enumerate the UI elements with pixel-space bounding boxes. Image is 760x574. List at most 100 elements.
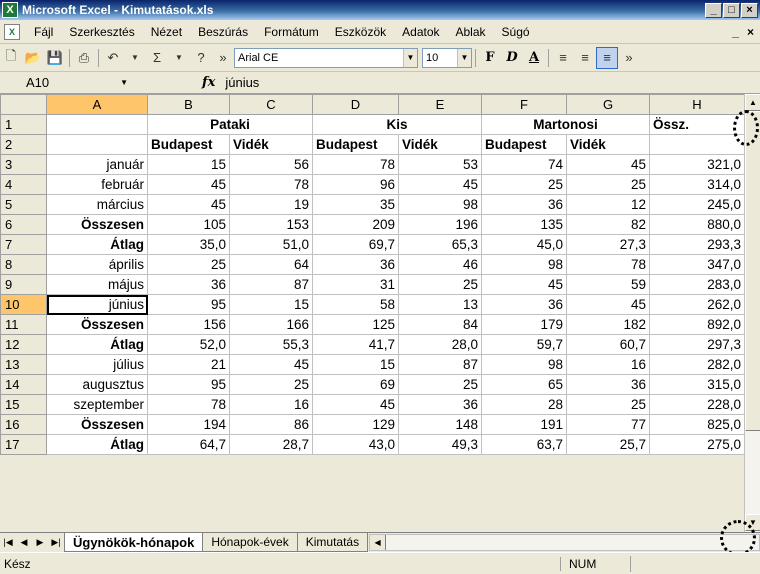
row-label-cell[interactable]: szeptember (46, 394, 148, 415)
column-header[interactable]: E (398, 94, 482, 115)
row-header[interactable]: 8 (0, 254, 47, 275)
cell[interactable]: 12 (566, 194, 650, 215)
cell[interactable]: 191 (481, 414, 567, 435)
overflow-chevron-icon[interactable]: » (618, 47, 640, 69)
column-header[interactable]: G (566, 94, 650, 115)
cell[interactable]: 28,0 (398, 334, 482, 355)
bold-button[interactable]: F (479, 50, 501, 65)
autosum-icon[interactable]: Σ (146, 47, 168, 69)
cell[interactable]: 65,3 (398, 234, 482, 255)
row-label-cell[interactable]: május (46, 274, 148, 295)
menu-insert[interactable]: Beszúrás (190, 25, 256, 39)
row-label-cell[interactable]: július (46, 354, 148, 375)
row-label-cell[interactable]: április (46, 254, 148, 275)
cell[interactable]: 25 (229, 374, 313, 395)
active-cell[interactable]: június (46, 294, 148, 315)
row-header[interactable]: 2 (0, 134, 47, 155)
italic-button[interactable]: D (501, 50, 523, 65)
cell[interactable]: 59,7 (481, 334, 567, 355)
cell[interactable]: 49,3 (398, 434, 482, 455)
cell[interactable]: 283,0 (649, 274, 745, 295)
cell[interactable]: 321,0 (649, 154, 745, 175)
cell[interactable]: 35,0 (147, 234, 230, 255)
cell[interactable]: 41,7 (312, 334, 399, 355)
row-label-cell[interactable]: Összesen (46, 414, 148, 435)
sheet-tab-kimutatas[interactable]: Kimutatás (296, 533, 369, 552)
name-box[interactable]: A10 ▼ (4, 73, 132, 92)
menu-format[interactable]: Formátum (256, 25, 327, 39)
underline-button[interactable]: A (523, 50, 545, 65)
cell[interactable]: 35 (312, 194, 399, 215)
menu-data[interactable]: Adatok (394, 25, 447, 39)
minimize-button[interactable]: _ (705, 2, 722, 18)
cell[interactable]: 36 (147, 274, 230, 295)
cell[interactable]: 36 (481, 194, 567, 215)
cell[interactable]: 53 (398, 154, 482, 175)
cell[interactable]: 293,3 (649, 234, 745, 255)
row-header[interactable]: 10 (0, 294, 47, 315)
cell[interactable]: 262,0 (649, 294, 745, 315)
column-header[interactable]: A (46, 94, 148, 115)
font-name-select[interactable]: Arial CE ▼ (234, 47, 418, 68)
cell[interactable]: 45 (229, 354, 313, 375)
cell[interactable]: 59 (566, 274, 650, 295)
group-header-martonosi[interactable]: Martonosi (481, 114, 650, 135)
sheet-tab-ugynokok-honapok[interactable]: Ügynökök-hónapok (64, 533, 204, 552)
cell[interactable] (46, 114, 148, 135)
cell[interactable]: 275,0 (649, 434, 745, 455)
cell[interactable]: 125 (312, 314, 399, 335)
cell[interactable]: 179 (481, 314, 567, 335)
column-header[interactable]: F (481, 94, 567, 115)
maximize-button[interactable]: □ (723, 2, 740, 18)
cell[interactable]: 36 (481, 294, 567, 315)
cell[interactable]: 25 (481, 174, 567, 195)
cell[interactable]: 45 (481, 274, 567, 295)
dropdown-arrow-icon[interactable]: ▼ (124, 47, 146, 69)
save-icon[interactable]: 💾 (44, 47, 66, 69)
cell[interactable]: 84 (398, 314, 482, 335)
cell[interactable]: 148 (398, 414, 482, 435)
cell[interactable]: 65 (481, 374, 567, 395)
cell[interactable]: 74 (481, 154, 567, 175)
cell[interactable]: 245,0 (649, 194, 745, 215)
vertical-scrollbar[interactable]: ▲ ▼ (744, 94, 760, 532)
cell[interactable]: 60,7 (566, 334, 650, 355)
cell[interactable]: 13 (398, 294, 482, 315)
cell[interactable]: 77 (566, 414, 650, 435)
cell[interactable]: 880,0 (649, 214, 745, 235)
scroll-left-icon[interactable]: ◀ (370, 535, 387, 550)
cell[interactable]: 98 (398, 194, 482, 215)
font-size-select[interactable]: 10 ▼ (422, 47, 472, 68)
row-header[interactable]: 4 (0, 174, 47, 195)
row-label-cell[interactable]: március (46, 194, 148, 215)
align-center-icon[interactable]: ≡ (574, 47, 596, 69)
row-header[interactable]: 14 (0, 374, 47, 395)
fx-icon[interactable]: fx (202, 75, 215, 90)
close-button[interactable]: × (741, 2, 758, 18)
cell[interactable]: 56 (229, 154, 313, 175)
cell[interactable]: 46 (398, 254, 482, 275)
cell[interactable]: 86 (229, 414, 313, 435)
cell[interactable]: 43,0 (312, 434, 399, 455)
cell[interactable]: 297,3 (649, 334, 745, 355)
open-icon[interactable]: 📂 (22, 47, 44, 69)
cell[interactable]: 825,0 (649, 414, 745, 435)
cell[interactable]: 58 (312, 294, 399, 315)
cell[interactable]: 21 (147, 354, 230, 375)
cell[interactable]: 182 (566, 314, 650, 335)
prev-sheet-icon[interactable]: ◀ (16, 537, 32, 548)
cell[interactable]: 95 (147, 294, 230, 315)
first-sheet-icon[interactable]: |◀ (0, 537, 16, 548)
cell[interactable]: 228,0 (649, 394, 745, 415)
cell[interactable]: 166 (229, 314, 313, 335)
cell[interactable]: 87 (229, 274, 313, 295)
subheader-cell[interactable]: Budapest (481, 134, 567, 155)
doc-close-button[interactable]: × (747, 25, 754, 39)
row-header[interactable]: 3 (0, 154, 47, 175)
row-header[interactable]: 7 (0, 234, 47, 255)
dropdown-arrow-icon[interactable]: ▼ (168, 47, 190, 69)
cell[interactable]: 96 (312, 174, 399, 195)
cell[interactable]: 15 (312, 354, 399, 375)
cell[interactable]: 78 (312, 154, 399, 175)
cell[interactable]: 315,0 (649, 374, 745, 395)
